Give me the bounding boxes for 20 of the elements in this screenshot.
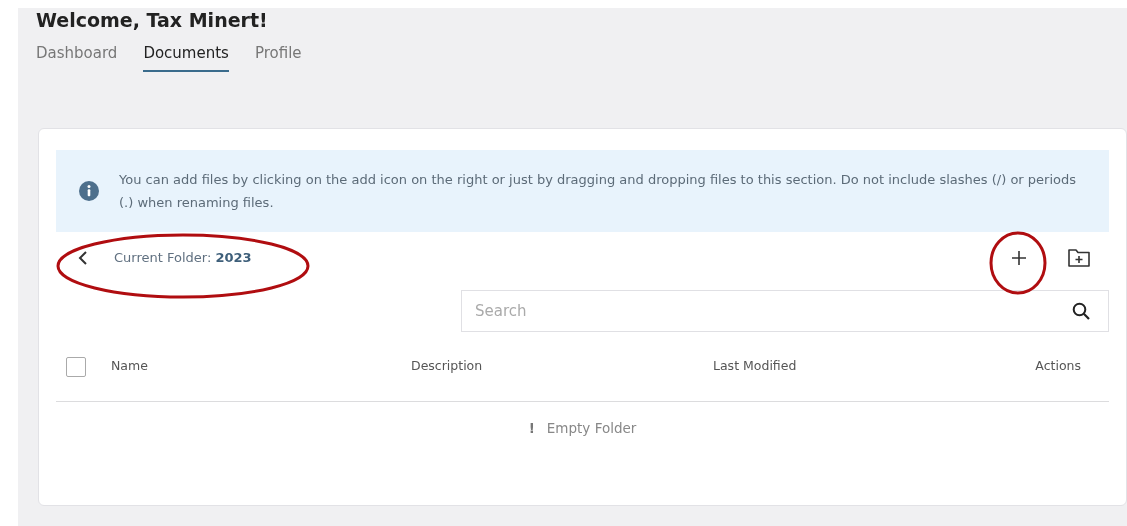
- search-field[interactable]: Search: [461, 290, 1109, 332]
- column-header: Name: [111, 357, 149, 376]
- new-folder-button[interactable]: [1067, 248, 1091, 268]
- info-icon: [79, 181, 99, 201]
- exclamation-icon: !: [528, 418, 535, 439]
- column-header: Actions: [1035, 357, 1081, 376]
- column-header: Description: [411, 357, 484, 376]
- nav-tab[interactable]: Documents: [143, 42, 229, 72]
- column-header: Last Modified: [713, 357, 798, 376]
- info-text: You can add files by clicking on the add icon on the right or just by dragging and dropping files to this section. Do not include slashes (/) or periods (.) when renaming files.: [119, 171, 1077, 212]
- search-icon[interactable]: [1072, 302, 1090, 320]
- current-folder-label: Current Folder: 2023: [114, 249, 252, 268]
- annotation-ellipse: [989, 231, 1047, 295]
- add-button[interactable]: [1011, 250, 1027, 266]
- nav-tab[interactable]: Profile: [254, 42, 302, 72]
- empty-folder-message: Empty Folder: [546, 419, 637, 438]
- select-all-checkbox[interactable]: [66, 356, 86, 377]
- welcome-heading: Welcome, Tax Minert!: [36, 8, 269, 32]
- nav-tab[interactable]: Dashboard: [36, 42, 118, 72]
- back-button[interactable]: [78, 251, 88, 265]
